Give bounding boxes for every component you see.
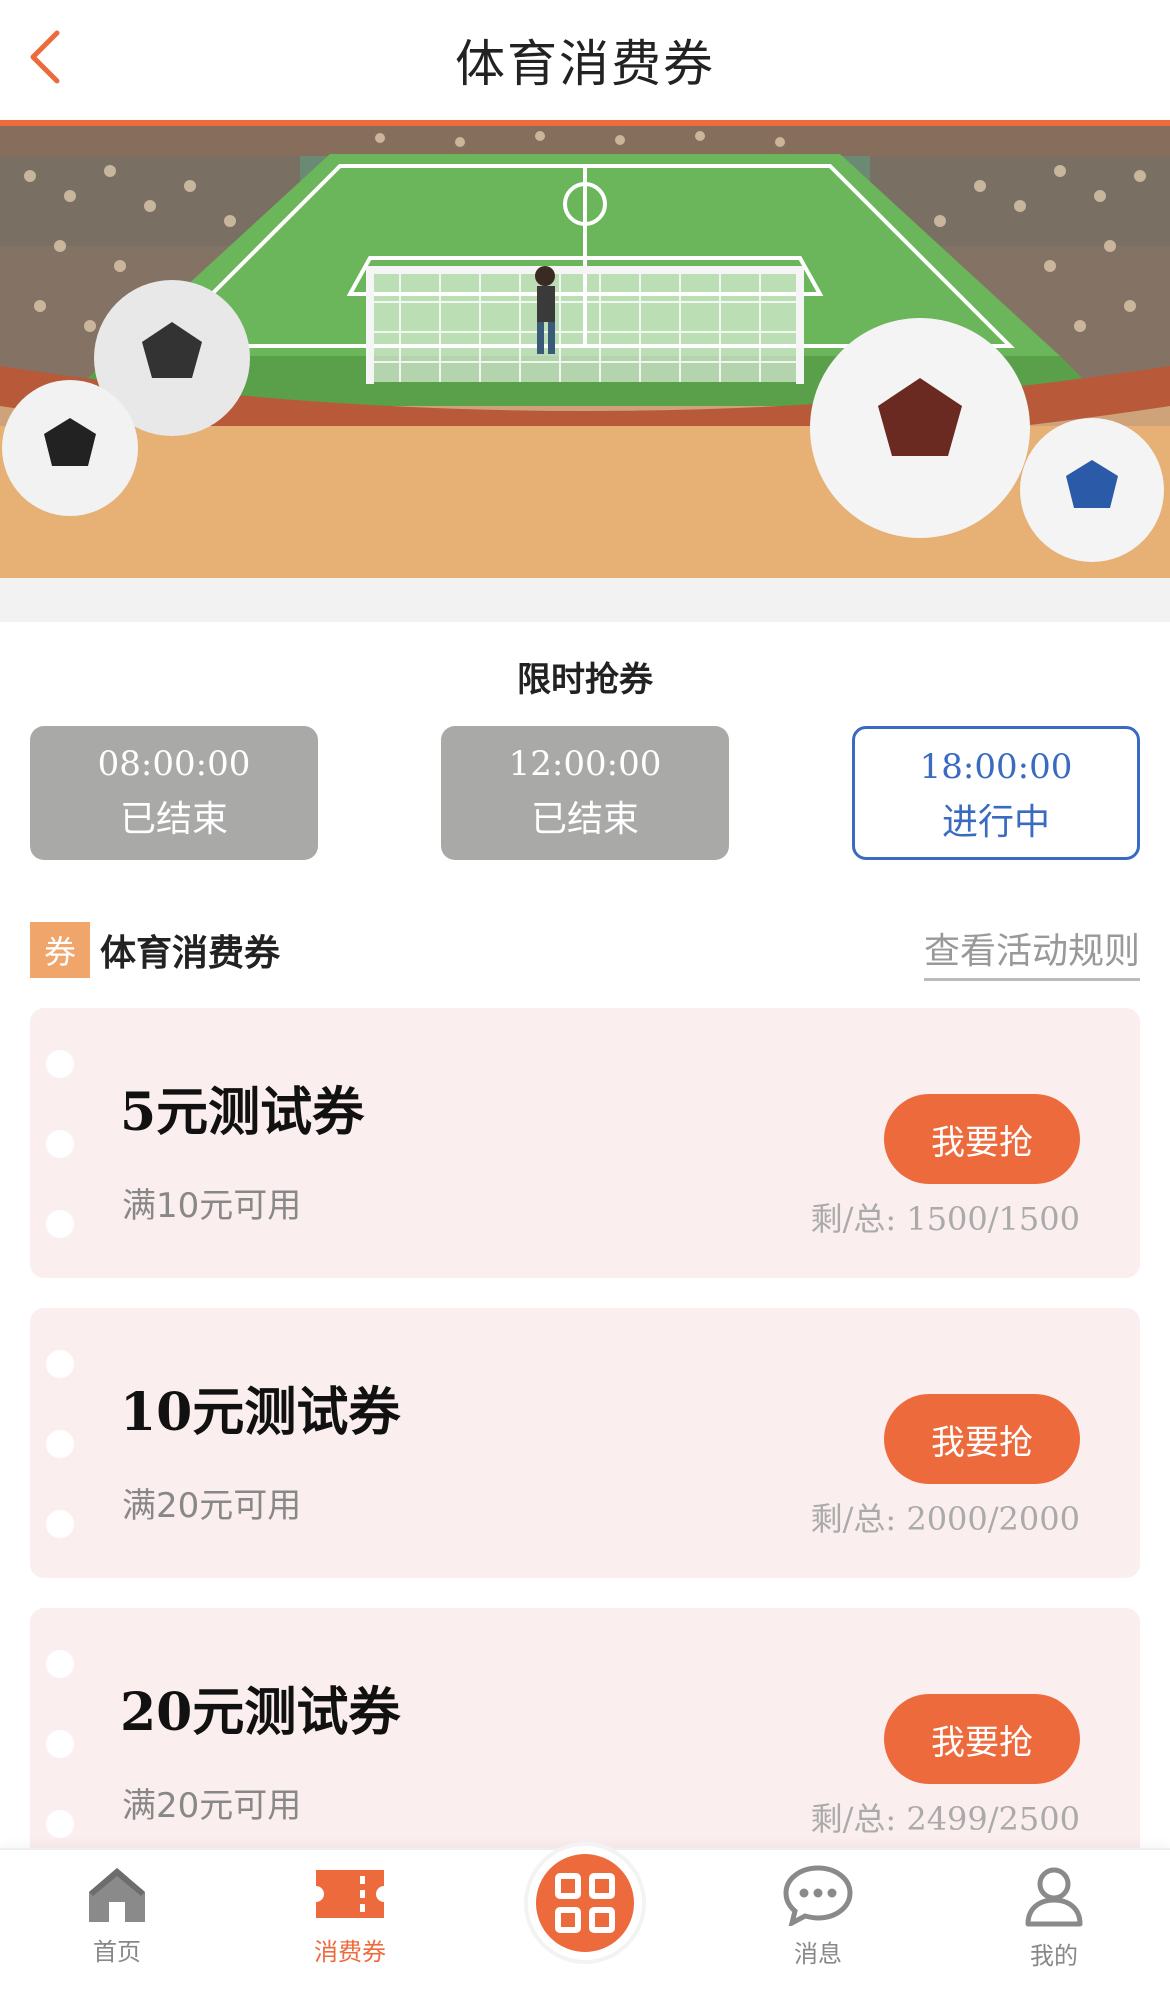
perforation-dot [46, 1430, 74, 1458]
tab-label: 首页 [93, 1938, 141, 1966]
flash-sale-title: 限时抢券 [517, 660, 653, 700]
coupon-card: 5元测试券 满10元可用 我要抢 剩/总: 1500/1500 [30, 1008, 1140, 1278]
perforation-dot [46, 1210, 74, 1238]
scan-qr-button[interactable] [528, 1846, 642, 1960]
top-bar: 体育消费券 [0, 0, 1170, 120]
user-icon [1025, 1867, 1083, 1927]
coupon-title: 20元测试券 [120, 1682, 401, 1743]
home-icon [89, 1868, 145, 1922]
coupon-remaining: 剩/总: 1500/1500 [810, 1200, 1080, 1238]
tab-coupons[interactable]: 消费券 [270, 1864, 430, 1967]
chat-icon [783, 1865, 853, 1928]
stadium-banner [0, 126, 1170, 578]
coupon-condition: 满20元可用 [122, 1786, 302, 1826]
perforation-dot [46, 1650, 74, 1678]
slot-time: 18:00:00 [919, 747, 1073, 787]
coupon-card: 10元测试券 满20元可用 我要抢 剩/总: 2000/2000 [30, 1308, 1140, 1578]
grab-coupon-button[interactable]: 我要抢 [884, 1694, 1080, 1784]
coupon-condition: 满20元可用 [122, 1486, 302, 1526]
coupon-condition: 满10元可用 [122, 1186, 302, 1226]
qr-code-icon [555, 1873, 615, 1933]
ticket-icon [316, 1870, 384, 1918]
grab-coupon-button[interactable]: 我要抢 [884, 1094, 1080, 1184]
slot-status: 进行中 [941, 802, 1050, 843]
perforation-dot [46, 1510, 74, 1538]
slot-time: 08:00:00 [97, 744, 251, 784]
tab-home[interactable]: 首页 [37, 1864, 197, 1967]
section-title: 体育消费券 [100, 933, 281, 974]
page-title: 体育消费券 [455, 35, 715, 93]
perforation-dot [46, 1130, 74, 1158]
tab-messages[interactable]: 消息 [738, 1864, 898, 1969]
tab-label: 消费券 [314, 1938, 386, 1966]
coupon-title: 10元测试券 [120, 1382, 401, 1443]
perforation-dot [46, 1730, 74, 1758]
tab-label: 消息 [794, 1940, 842, 1968]
section-spacer [0, 578, 1170, 622]
time-slot-0800[interactable]: 08:00:00 已结束 [30, 726, 318, 860]
coupon-remaining: 剩/总: 2499/2500 [810, 1800, 1080, 1838]
perforation-dot [46, 1350, 74, 1378]
perforation-dot [46, 1810, 74, 1838]
time-slot-1800[interactable]: 18:00:00 进行中 [852, 726, 1140, 860]
bottom-tab-bar: 首页 消费券 消息 我的 [0, 1846, 1170, 2002]
grab-coupon-button[interactable]: 我要抢 [884, 1394, 1080, 1484]
tab-label: 我的 [1030, 1942, 1078, 1970]
tab-profile[interactable]: 我的 [974, 1864, 1134, 1971]
time-slot-1200[interactable]: 12:00:00 已结束 [441, 726, 729, 860]
slot-time: 12:00:00 [508, 744, 662, 784]
slot-status: 已结束 [530, 799, 639, 840]
coupon-card: 20元测试券 满20元可用 我要抢 剩/总: 2499/2500 [30, 1608, 1140, 1878]
coupon-remaining: 剩/总: 2000/2000 [810, 1500, 1080, 1538]
perforation-dot [46, 1050, 74, 1078]
coupon-title: 5元测试券 [120, 1082, 365, 1143]
coupon-badge: 券 [30, 922, 90, 978]
slot-status: 已结束 [119, 799, 228, 840]
qr-button-inner [536, 1854, 634, 1952]
view-rules-link[interactable]: 查看活动规则 [923, 922, 1140, 981]
